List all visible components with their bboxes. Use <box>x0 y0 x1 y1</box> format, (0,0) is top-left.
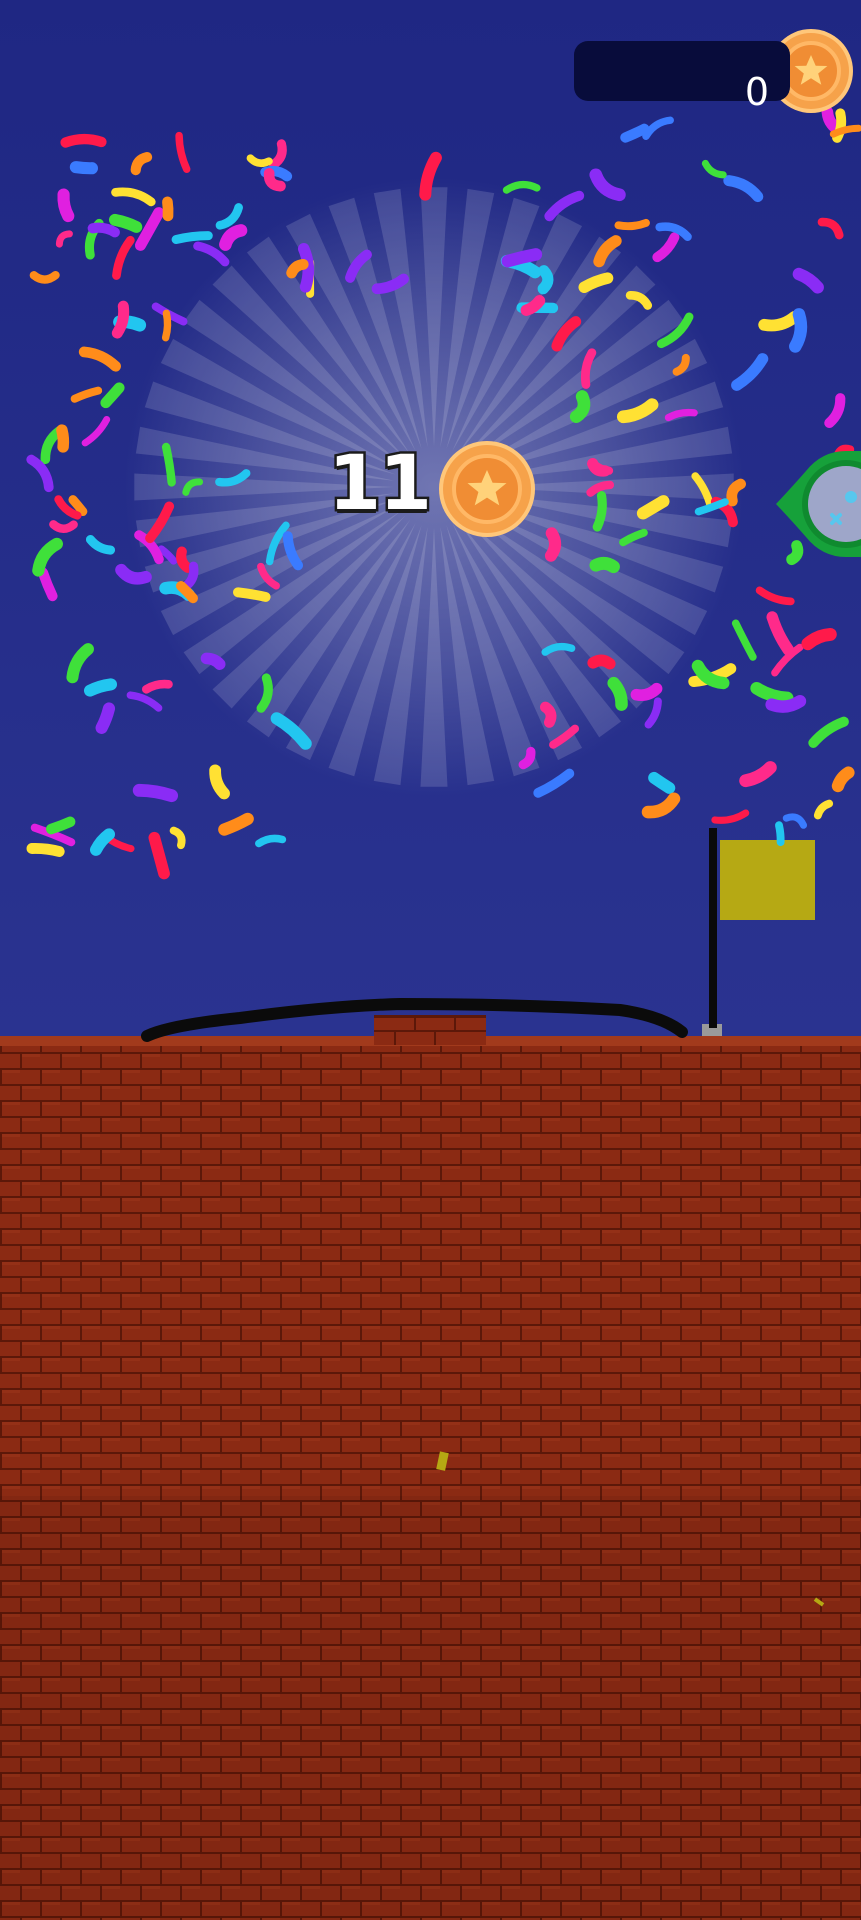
side-menu-button[interactable] <box>776 447 861 561</box>
reward-amount: 11 <box>326 438 435 527</box>
coin-count: 0 <box>744 70 769 114</box>
goal-flag <box>702 828 815 1036</box>
reward-coin-icon <box>439 441 535 537</box>
brick-pedestal <box>374 1015 486 1045</box>
playfield <box>26 29 861 1045</box>
game-scene: 0 11 <box>0 0 861 1920</box>
